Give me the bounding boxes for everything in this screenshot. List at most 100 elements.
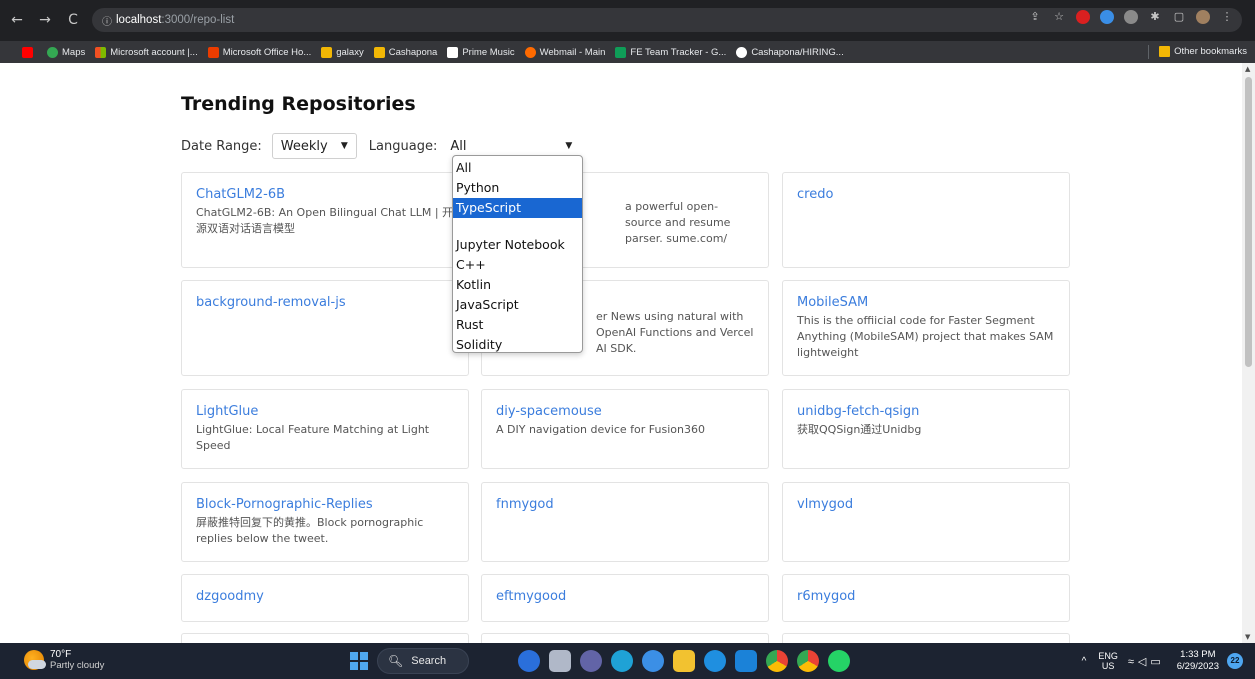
copilot-icon[interactable] (518, 650, 540, 672)
repo-description: A DIY navigation device for Fusion360 (496, 423, 705, 436)
repo-name[interactable]: eftmygood (496, 589, 754, 604)
vscode-icon[interactable] (735, 650, 757, 672)
language-value: All (450, 138, 467, 154)
page-scrollbar[interactable]: ▲ ▼ (1242, 63, 1255, 643)
repo-name[interactable]: unidbg-fetch-qsign (797, 404, 1055, 419)
language-option[interactable]: Kotlin (453, 275, 582, 295)
repo-card[interactable]: eftmygood (481, 574, 769, 622)
site-info-icon[interactable]: ⓘ (102, 13, 116, 28)
repo-card[interactable] (181, 633, 469, 643)
date-range-value: Weekly (280, 138, 328, 154)
bookmark-webmail[interactable]: Webmail - Main (524, 46, 605, 58)
language-option[interactable]: C++ (453, 255, 582, 275)
repo-name[interactable]: diy-spacemouse (496, 404, 754, 419)
repo-name[interactable]: LightGlue (196, 404, 454, 419)
repo-name[interactable]: MobileSAM (797, 295, 1055, 310)
chrome-blue-icon[interactable] (642, 650, 664, 672)
date-range-select[interactable]: Weekly ▼ (271, 133, 357, 159)
share-icon[interactable]: ⇪ (1028, 10, 1042, 24)
bookmark-cashapona-hiring[interactable]: Cashapona/HIRING... (736, 46, 844, 58)
scroll-up-icon[interactable]: ▲ (1245, 65, 1250, 73)
repo-name[interactable]: Block-Pornographic-Replies (196, 497, 454, 512)
extension-color-icon[interactable] (1100, 10, 1114, 24)
extension-red-icon[interactable] (1076, 10, 1090, 24)
reload-icon[interactable]: C (62, 9, 84, 31)
file-explorer-dark-icon[interactable] (549, 650, 571, 672)
repo-card[interactable] (481, 633, 769, 643)
language-option-selected[interactable]: TypeScript (453, 198, 582, 218)
taskbar-apps: 🔍︎ Search (350, 647, 850, 675)
scrollbar-thumb[interactable] (1245, 77, 1252, 367)
language-option[interactable]: Python (453, 178, 582, 198)
repo-name[interactable]: background-removal-js (196, 295, 454, 310)
address-bar[interactable]: ⓘ localhost:3000/repo-list ⇪ ☆ ✱ ▢ ⋮ (92, 8, 1242, 32)
forward-icon[interactable]: → (34, 9, 56, 31)
bookmark-maps[interactable]: Maps (47, 46, 85, 58)
bookmark-galaxy[interactable]: galaxy (321, 46, 364, 58)
whatsapp-icon[interactable] (828, 650, 850, 672)
repo-name[interactable]: ChatGLM2-6B (196, 187, 454, 202)
clock-date: 6/29/2023 (1176, 661, 1219, 672)
repo-name[interactable]: vlmygod (797, 497, 1055, 512)
repo-name[interactable]: fnmygod (496, 497, 754, 512)
bookmark-cashapona[interactable]: Cashapona (373, 46, 437, 58)
input-language[interactable]: ENG US (1098, 651, 1118, 671)
bookmark-youtube[interactable] (22, 46, 37, 58)
wifi-volume-battery-icons[interactable]: ≈◁▭ (1128, 655, 1165, 668)
language-label: Language: (368, 138, 438, 154)
lang-region: US (1101, 661, 1115, 671)
teams-icon[interactable] (580, 650, 602, 672)
repo-card[interactable]: LightGlue LightGlue: Local Feature Match… (181, 389, 469, 469)
notification-badge[interactable]: 22 (1227, 653, 1243, 669)
bookmark-fe-team-tracker[interactable]: FE Team Tracker - G... (615, 46, 726, 58)
bookmark-microsoft-account[interactable]: Microsoft account |... (95, 46, 198, 58)
language-option[interactable] (453, 218, 582, 235)
windows-start-icon[interactable] (350, 652, 368, 670)
address-row: ← → C ⓘ localhost:3000/repo-list ⇪ ☆ ✱ ▢… (0, 6, 1255, 34)
repo-card[interactable]: dzgoodmy (181, 574, 469, 622)
repo-card[interactable]: background-removal-js (181, 280, 469, 376)
repo-name[interactable]: dzgoodmy (196, 589, 454, 604)
other-bookmarks[interactable]: Other bookmarks (1159, 46, 1247, 57)
repo-card[interactable]: credo (782, 172, 1070, 268)
bookmark-office[interactable]: Microsoft Office Ho... (207, 46, 311, 58)
repo-card[interactable]: ChatGLM2-6B ChatGLM2-6B: An Open Bilingu… (181, 172, 469, 268)
chevron-up-icon[interactable]: ^ (1082, 656, 1087, 667)
extensions-puzzle-icon[interactable]: ✱ (1148, 10, 1162, 24)
repo-card[interactable]: fnmygod (481, 482, 769, 562)
language-option[interactable]: JavaScript (453, 295, 582, 315)
clock[interactable]: 1:33 PM 6/29/2023 (1177, 649, 1219, 673)
repo-card[interactable]: diy-spacemouse A DIY navigation device f… (481, 389, 769, 469)
file-explorer-icon[interactable] (673, 650, 695, 672)
language-option[interactable]: All (453, 158, 582, 178)
chevron-down-icon: ▼ (340, 141, 348, 151)
repo-name[interactable]: r6mygod (797, 589, 1055, 604)
bookmark-prime-music[interactable]: Prime Music (447, 46, 515, 58)
chrome-icon[interactable] (766, 650, 788, 672)
weather-widget[interactable]: 70°F Partly cloudy (24, 649, 104, 671)
language-option[interactable]: Solidity (453, 335, 582, 355)
skype-icon[interactable] (704, 650, 726, 672)
side-panel-icon[interactable]: ▢ (1172, 10, 1186, 24)
repo-name[interactable]: credo (797, 187, 1055, 202)
profile-avatar-icon[interactable] (1196, 10, 1210, 24)
menu-kebab-icon[interactable]: ⋮ (1220, 10, 1234, 24)
extension-gray-icon[interactable] (1124, 10, 1138, 24)
repo-card[interactable]: Block-Pornographic-Replies 屏蔽推特回复下的黄推。Bl… (181, 482, 469, 562)
back-icon[interactable]: ← (6, 9, 28, 31)
language-option[interactable]: Rust (453, 315, 582, 335)
lang-code: ENG (1098, 651, 1118, 661)
repo-card[interactable] (782, 633, 1070, 643)
repo-card[interactable]: unidbg-fetch-qsign 获取QQSign通过Unidbg (782, 389, 1070, 469)
language-option[interactable]: Jupyter Notebook (453, 235, 582, 255)
chrome-profile-icon[interactable] (797, 650, 819, 672)
repo-card[interactable]: r6mygod (782, 574, 1070, 622)
edge-icon[interactable] (611, 650, 633, 672)
clock-time: 1:33 PM (1180, 649, 1216, 660)
repo-card[interactable]: vlmygod (782, 482, 1070, 562)
scroll-down-icon[interactable]: ▼ (1245, 633, 1250, 641)
taskbar-search[interactable]: 🔍︎ Search (377, 648, 469, 674)
star-icon[interactable]: ☆ (1052, 10, 1066, 24)
maps-icon (47, 46, 58, 58)
repo-card[interactable]: MobileSAM This is the offiicial code for… (782, 280, 1070, 376)
